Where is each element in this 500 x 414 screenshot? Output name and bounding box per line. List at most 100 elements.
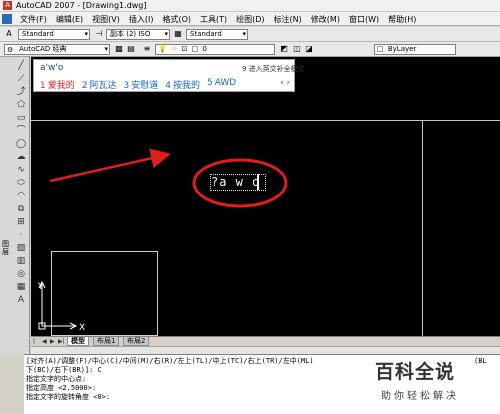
tab-layout2[interactable]: 布局2 — [123, 337, 150, 346]
menu-item[interactable]: 帮助(H) — [384, 13, 421, 25]
line-icon[interactable]: ╱ — [15, 61, 27, 72]
menu-item[interactable]: 文件(F) — [16, 13, 52, 25]
table-style-select[interactable]: Standard ▾ — [186, 29, 248, 40]
menu-item[interactable]: 窗口(W) — [345, 13, 384, 25]
tab-model[interactable]: 模型 — [67, 337, 89, 346]
menu-item[interactable]: 格式(O) — [158, 13, 196, 25]
ime-candidate-text: AWD — [214, 78, 237, 88]
menu-bar: 文件(F) 编辑(E) 视图(V) 插入(I) 格式(O) 工具(T) 绘图(D) 标注(N)… — [0, 12, 500, 26]
layer-isolate-icon[interactable]: ◪ — [304, 44, 314, 54]
ime-candidate-text: 按我的 — [172, 81, 200, 91]
region-icon[interactable]: ◎ — [15, 269, 27, 280]
ime-candidate-number: 4 — [165, 81, 171, 91]
menu-item[interactable]: 修改(M) — [307, 13, 345, 25]
color-swatch-icon: □ — [191, 45, 199, 53]
horizontal-scrollbar[interactable] — [31, 346, 500, 354]
workspace-select[interactable]: ⚙ AutoCAD 经典 ▾ — [4, 44, 110, 55]
ime-candidate-text: 爱我的 — [47, 81, 75, 91]
layer-manager-icon[interactable]: ≡ — [142, 44, 152, 54]
ime-candidate[interactable]: 1 爱我的 — [40, 78, 75, 91]
make-block-icon[interactable]: ⊞ — [15, 217, 27, 228]
insert-block-icon[interactable]: ⧉ — [15, 204, 27, 215]
polyline-icon[interactable]: ⤴ — [15, 87, 27, 98]
layout-tab-bar: |◀ ◀ ▶ ▶| 模型 布局1 布局2 — [31, 336, 500, 352]
layer-properties-icon[interactable]: ▤ — [126, 44, 136, 54]
spline-icon[interactable]: ∿ — [15, 165, 27, 176]
command-history-line: [对齐(A)/调整(F)/中心(C)/中间(M)/右(R)/左上(TL)/中上(… — [26, 357, 314, 365]
table-icon[interactable]: ▦ — [15, 282, 27, 293]
drawing-line — [422, 120, 423, 336]
ime-candidate[interactable]: 4 按我的 — [165, 78, 200, 91]
table-style-icon: ▦ — [174, 29, 182, 38]
revision-cloud-icon[interactable]: ☁ — [15, 152, 27, 163]
lock-icon: ⊡ — [181, 45, 188, 53]
layer-previous-icon[interactable]: ◩ — [279, 44, 289, 54]
prev-tab-icon[interactable]: ◀ — [42, 338, 48, 345]
watermark: 百科全说 助你轻松解决 — [367, 354, 500, 414]
text-cursor — [257, 174, 259, 190]
drawing-canvas[interactable] — [31, 57, 500, 336]
command-history-line: 指定文字的中心点: — [26, 375, 87, 383]
menu-item[interactable]: 工具(T) — [196, 13, 232, 25]
ime-candidate-number: 2 — [81, 81, 88, 91]
command-grip[interactable] — [0, 355, 24, 414]
dim-style-select[interactable]: 副本 (2) ISO ▾ — [106, 29, 170, 40]
dim-style-icon: ⊣ — [95, 29, 103, 38]
layer-select[interactable]: 💡 ☼ ⊡ □ 0 — [155, 44, 275, 55]
text-edit-box[interactable]: ?a w o — [210, 174, 268, 192]
first-tab-icon[interactable]: |◀ — [33, 338, 39, 352]
title-bar: A AutoCAD 2007 - [Drawing1.dwg] — [0, 0, 500, 12]
ucs-y-label: Y — [37, 282, 44, 292]
ime-candidate-text: 阿瓦达 — [89, 81, 117, 91]
ime-page-nav[interactable]: ‹ › — [280, 78, 290, 88]
autocad-app-icon[interactable]: A — [3, 1, 12, 10]
next-tab-icon[interactable]: ▶ — [50, 338, 56, 345]
layer-state-icon[interactable]: ◫ — [292, 44, 302, 54]
ime-candidate[interactable]: 3 安慰道 — [124, 78, 159, 91]
draw-toolbar: ╱ ⟋ ⤴ ⬠ ▭ ⌒ ◯ ☁ ∿ ⬭ ◠ ⧉ ⊞ · ▨ ▥ ◎ ▦ A 图层 — [0, 57, 30, 354]
command-prompt-line: 指定文字的旋转角度 <0>: — [26, 393, 111, 401]
tab-layout1[interactable]: 布局1 — [93, 337, 120, 346]
gradient-icon[interactable]: ▥ — [15, 256, 27, 267]
ellipse-arc-icon[interactable]: ◠ — [15, 191, 27, 202]
menu-item[interactable]: 视图(V) — [88, 13, 125, 25]
point-icon[interactable]: · — [15, 230, 27, 241]
ime-candidate-number: 3 — [123, 81, 130, 91]
ucs-x-label: X — [79, 323, 85, 332]
multiline-text-icon[interactable]: A — [15, 295, 27, 306]
ime-candidate[interactable]: 2 阿瓦达 — [82, 78, 117, 91]
color-swatch-icon: □ — [377, 45, 384, 53]
menu-item[interactable]: 绘图(D) — [232, 13, 269, 25]
ime-candidate-text: 安慰道 — [131, 81, 159, 91]
construction-line-icon[interactable]: ⟋ — [15, 74, 27, 85]
color-select[interactable]: □ ByLayer — [374, 44, 456, 55]
circle-icon[interactable]: ◯ — [15, 139, 27, 150]
ellipse-icon[interactable]: ⬭ — [15, 178, 27, 189]
rectangle-icon[interactable]: ▭ — [15, 113, 27, 124]
menu-item[interactable]: 标注(N) — [270, 13, 307, 25]
chevron-down-icon: ▾ — [164, 30, 168, 38]
ucs-icon: Y X — [37, 280, 85, 332]
sun-icon: ☼ — [170, 45, 178, 53]
text-style-select[interactable]: Standard ▾ — [18, 29, 90, 40]
chevron-down-icon: ▾ — [84, 30, 88, 38]
qr-icon[interactable]: ▩ — [114, 44, 124, 54]
command-history-line: 指定高度 <2.5000>: — [26, 384, 97, 392]
watermark-subtitle: 助你轻松解决 — [381, 391, 459, 402]
document-menu-icon[interactable] — [2, 14, 12, 24]
hatch-icon[interactable]: ▨ — [15, 243, 27, 254]
watermark-title: 百科全说 — [375, 361, 456, 383]
command-history-line: 下(BC)/右下(BR)]: C — [26, 366, 102, 374]
last-tab-icon[interactable]: ▶| — [58, 338, 65, 345]
ime-candidate-number: 1 — [40, 81, 46, 91]
gear-icon: ⚙ — [7, 46, 14, 54]
menu-item[interactable]: 插入(I) — [125, 13, 159, 25]
ime-candidate[interactable]: 5 AWD — [207, 78, 236, 91]
styles-toolbar: A Standard ▾ ⊣ 副本 (2) ISO ▾ ▦ Standard ▾ — [0, 27, 500, 42]
menu-item[interactable]: 编辑(E) — [52, 13, 88, 25]
polygon-icon[interactable]: ⬠ — [15, 100, 27, 111]
bulb-icon: 💡 — [158, 45, 167, 53]
window-title: AutoCAD 2007 - [Drawing1.dwg] — [16, 1, 147, 10]
arc-icon[interactable]: ⌒ — [15, 126, 27, 137]
ime-typed-text: a'w'o — [40, 63, 64, 73]
